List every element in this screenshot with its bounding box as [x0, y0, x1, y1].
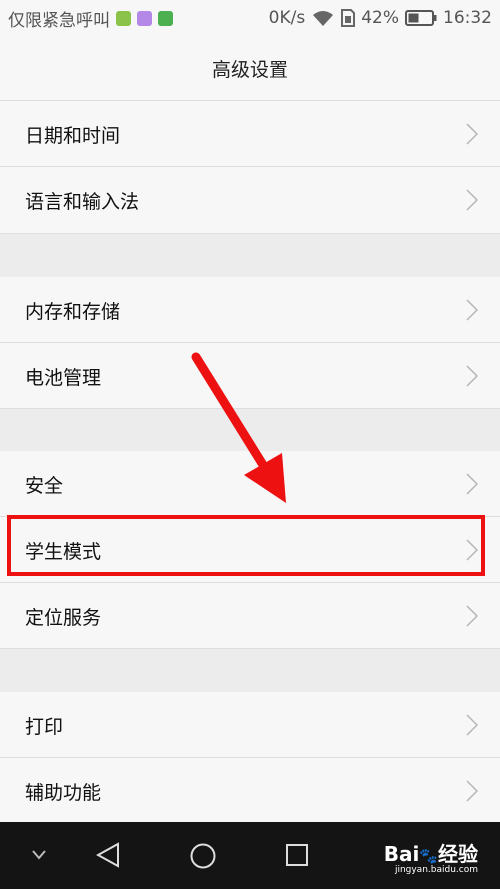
settings-item-label: 辅助功能	[25, 781, 102, 804]
title-bar: 高级设置	[0, 36, 500, 101]
settings-item-label: 语言和输入法	[25, 190, 140, 213]
chevron-right-icon	[466, 299, 478, 321]
baidu-jingyan-watermark: Bai🐾经验 jingyan.baidu.com	[384, 838, 478, 875]
recents-button-icon[interactable]	[285, 843, 309, 867]
highlight-box	[7, 515, 485, 576]
gallery-notification-icon	[137, 10, 152, 26]
settings-item-date-time[interactable]: 日期和时间	[0, 101, 500, 167]
back-button-icon[interactable]	[96, 842, 120, 868]
watermark-brand-suffix: 经验	[438, 842, 478, 866]
page-title: 高级设置	[211, 58, 288, 81]
chevron-right-icon	[466, 189, 478, 211]
carrier-text: 仅限紧急呼叫	[8, 10, 110, 31]
status-bar: 仅限紧急呼叫 0K/s 42% 16:32	[0, 0, 500, 36]
watermark-brand: Bai	[383, 842, 420, 866]
battery-percent: 42%	[361, 8, 399, 28]
chevron-right-icon	[466, 714, 478, 736]
network-speed: 0K/s	[268, 8, 306, 28]
settings-item-label: 安全	[25, 474, 64, 497]
battery-icon	[405, 10, 437, 26]
chevron-right-icon	[466, 780, 478, 802]
status-left: 仅限紧急呼叫	[8, 0, 173, 36]
section-gap	[0, 648, 500, 693]
settings-item-label: 内存和存储	[25, 300, 121, 323]
settings-item-location[interactable]: 定位服务	[0, 583, 500, 649]
status-right: 0K/s 42% 16:32	[269, 0, 492, 36]
chevron-right-icon	[466, 605, 478, 627]
settings-item-print[interactable]: 打印	[0, 692, 500, 758]
home-button-icon[interactable]	[189, 842, 217, 870]
annotation-arrow-icon	[191, 352, 286, 503]
settings-item-label: 电池管理	[25, 366, 102, 389]
sim-card-icon	[341, 9, 356, 27]
settings-item-label: 打印	[25, 715, 64, 738]
section-gap	[0, 233, 500, 278]
settings-item-accessibility[interactable]: 辅助功能	[0, 758, 500, 824]
watermark-paw-icon: 🐾	[419, 847, 438, 865]
watermark-url: jingyan.baidu.com	[394, 865, 478, 875]
hide-nav-chevron-icon[interactable]	[32, 850, 46, 860]
message-notification-icon	[158, 10, 173, 26]
wechat-notification-icon	[116, 10, 131, 26]
wifi-icon	[313, 11, 334, 26]
settings-item-label: 定位服务	[25, 606, 102, 629]
chevron-right-icon	[466, 123, 478, 145]
settings-item-memory-storage[interactable]: 内存和存储	[0, 277, 500, 343]
chevron-right-icon	[466, 365, 478, 387]
clock: 16:32	[443, 8, 492, 28]
settings-item-language-input[interactable]: 语言和输入法	[0, 167, 500, 233]
settings-item-label: 日期和时间	[25, 124, 121, 147]
chevron-right-icon	[466, 473, 478, 495]
